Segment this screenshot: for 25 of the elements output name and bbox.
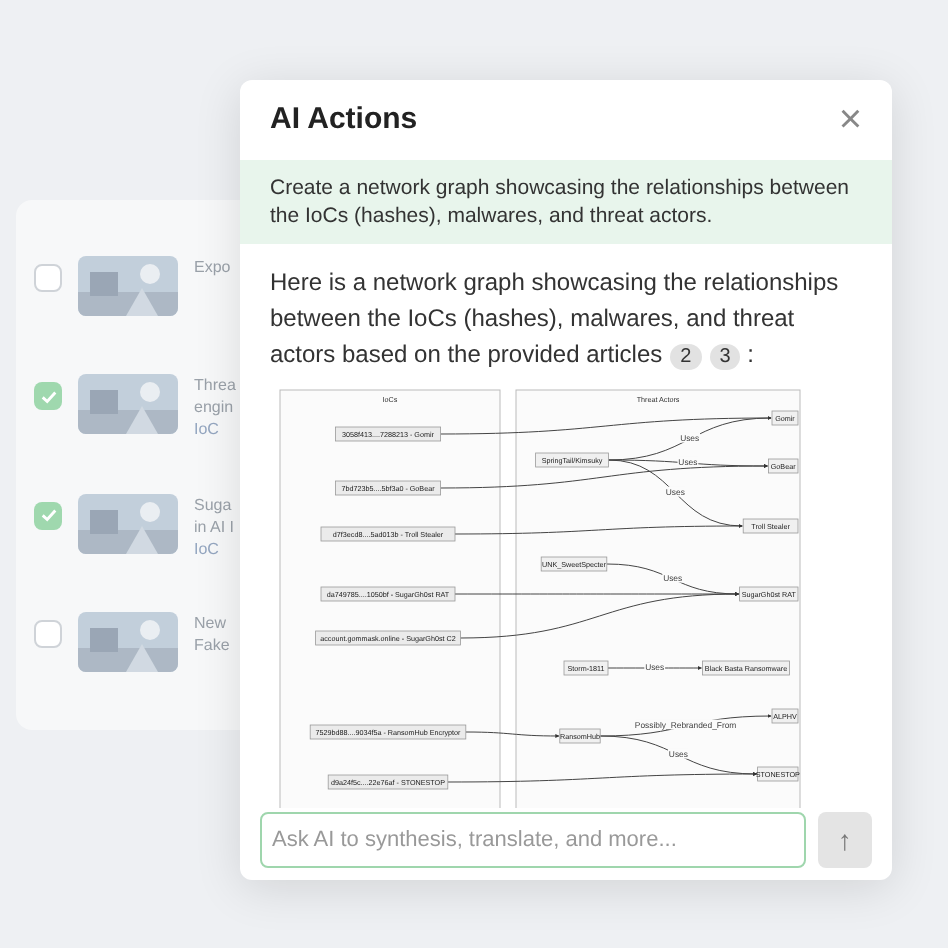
article-title: Suga — [194, 493, 234, 515]
checkbox[interactable] — [34, 619, 62, 648]
graph-edge — [607, 666, 702, 670]
checkbox[interactable] — [34, 382, 62, 411]
close-button[interactable]: × — [838, 100, 862, 140]
article-title: Expo — [194, 256, 231, 278]
source-label: IoC — [194, 418, 221, 441]
article-title: in AI I — [194, 515, 235, 537]
article-title: engin — [194, 396, 236, 419]
citation-badge[interactable]: 3 — [709, 344, 741, 370]
ask-input[interactable]: Ask AI to synthesis, translate, and more... — [260, 812, 806, 868]
check-icon — [39, 506, 57, 524]
checkbox[interactable] — [34, 264, 62, 292]
article-title: New — [194, 611, 229, 634]
answer-text: Here is a network graph showcasing the relationships between the IoCs (hashes), malwares, and threat actors based on the provided articles 2 3 : — [270, 266, 841, 372]
graph-edge — [465, 731, 560, 738]
source-label: IoC — [194, 537, 221, 559]
send-button[interactable]: ↑ — [817, 812, 872, 868]
prompt-message: Create a network graph showcasing the relationships between the IoCs (hashes), malwares, and threat actors. — [240, 160, 892, 244]
article-title: Fake — [194, 633, 230, 656]
check-icon — [39, 387, 57, 406]
dialog-title: AI Actions — [270, 99, 418, 140]
citation-badge[interactable]: 2 — [670, 344, 702, 370]
checkbox[interactable] — [34, 501, 62, 529]
article-title: Threa — [194, 374, 236, 397]
